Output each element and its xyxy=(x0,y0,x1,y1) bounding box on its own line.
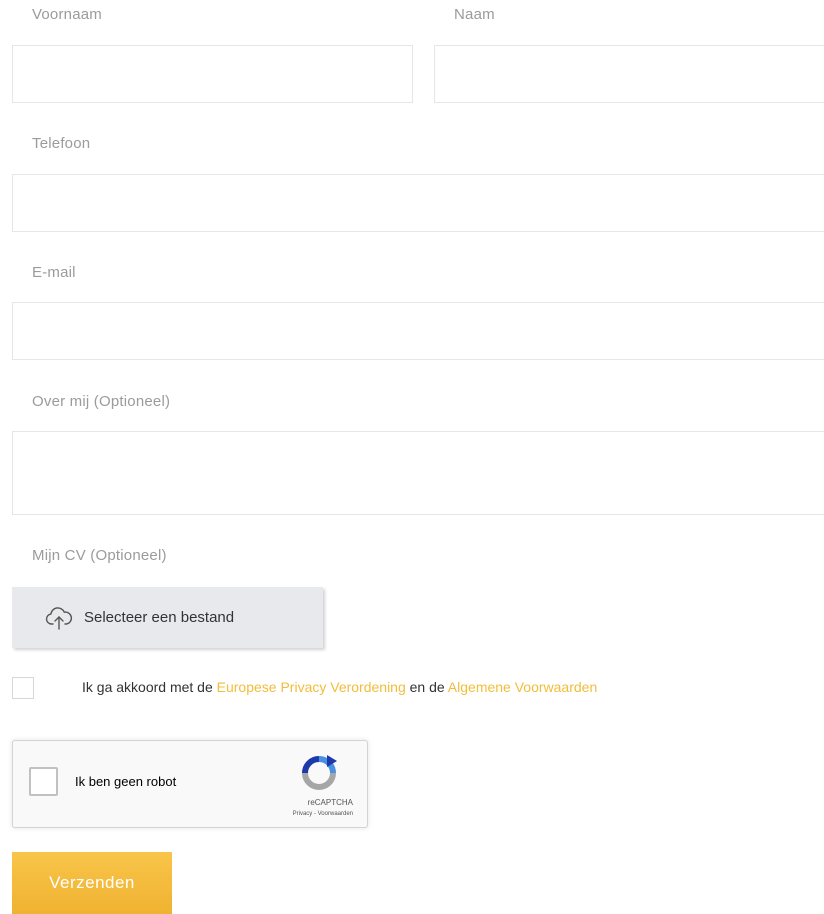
firstname-input[interactable] xyxy=(12,45,413,103)
phone-label: Telefoon xyxy=(32,135,91,152)
recaptcha-terms: Privacy - Voorwaarden xyxy=(293,811,353,817)
lastname-label: Naam xyxy=(454,6,495,23)
recaptcha-terms-link[interactable]: Voorwaarden xyxy=(318,811,353,817)
email-input[interactable] xyxy=(12,302,824,360)
cv-label: Mijn CV (Optioneel) xyxy=(32,547,167,564)
email-label: E-mail xyxy=(32,264,76,281)
consent-text: Ik ga akkoord met de Europese Privacy Ve… xyxy=(82,679,597,695)
recaptcha-widget: Ik ben geen robot reCAPTCHA Privacy - Vo… xyxy=(12,740,368,828)
consent-checkbox[interactable] xyxy=(12,677,34,699)
application-form: Voornaam Naam Telefoon E-mail Over mij (… xyxy=(0,0,824,914)
lastname-input[interactable] xyxy=(434,45,824,103)
recaptcha-label: Ik ben geen robot xyxy=(75,774,177,789)
recaptcha-logo-icon xyxy=(299,753,339,793)
consent-text-middle: en de xyxy=(409,679,448,695)
select-file-button[interactable]: Selecteer een bestand xyxy=(12,587,323,648)
about-label: Over mij (Optioneel) xyxy=(32,393,171,410)
submit-button[interactable]: Verzenden xyxy=(12,852,172,914)
cloud-upload-icon xyxy=(44,603,74,633)
privacy-regulation-link[interactable]: Europese Privacy Verordening xyxy=(217,679,406,695)
recaptcha-checkbox[interactable] xyxy=(29,767,58,796)
about-textarea[interactable] xyxy=(12,431,824,515)
select-file-label: Selecteer een bestand xyxy=(84,609,235,626)
firstname-label: Voornaam xyxy=(32,6,102,23)
terms-link[interactable]: Algemene Voorwaarden xyxy=(448,679,597,695)
consent-text-before: Ik ga akkoord met de xyxy=(82,679,217,695)
phone-input[interactable] xyxy=(12,174,824,232)
recaptcha-privacy-link[interactable]: Privacy xyxy=(293,811,313,817)
recaptcha-brand: reCAPTCHA xyxy=(307,798,353,807)
